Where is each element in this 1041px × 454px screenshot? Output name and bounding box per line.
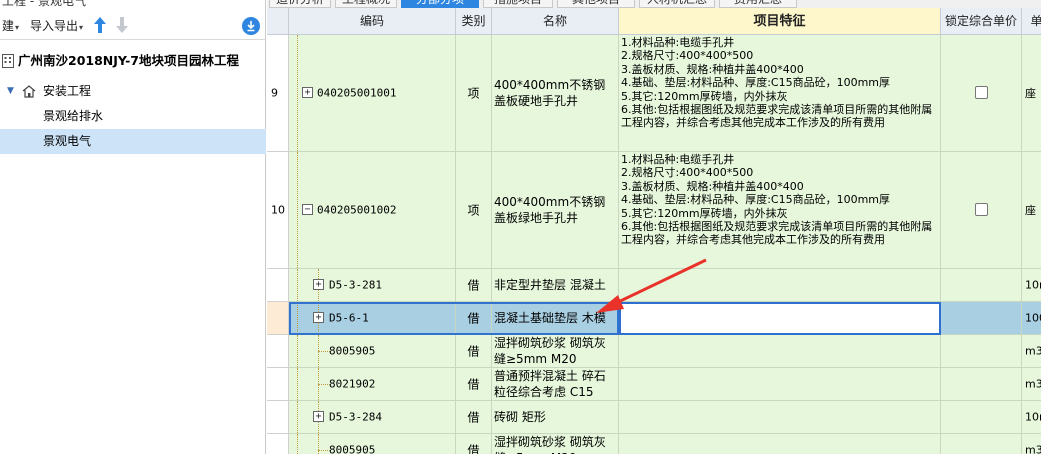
annotation-arrow-icon: [596, 258, 707, 313]
app-window: 工程 - 景观电气 建▾ 导入导出▾ 广州南沙2018NJY-7地块项目园林工程…: [0, 0, 1041, 454]
